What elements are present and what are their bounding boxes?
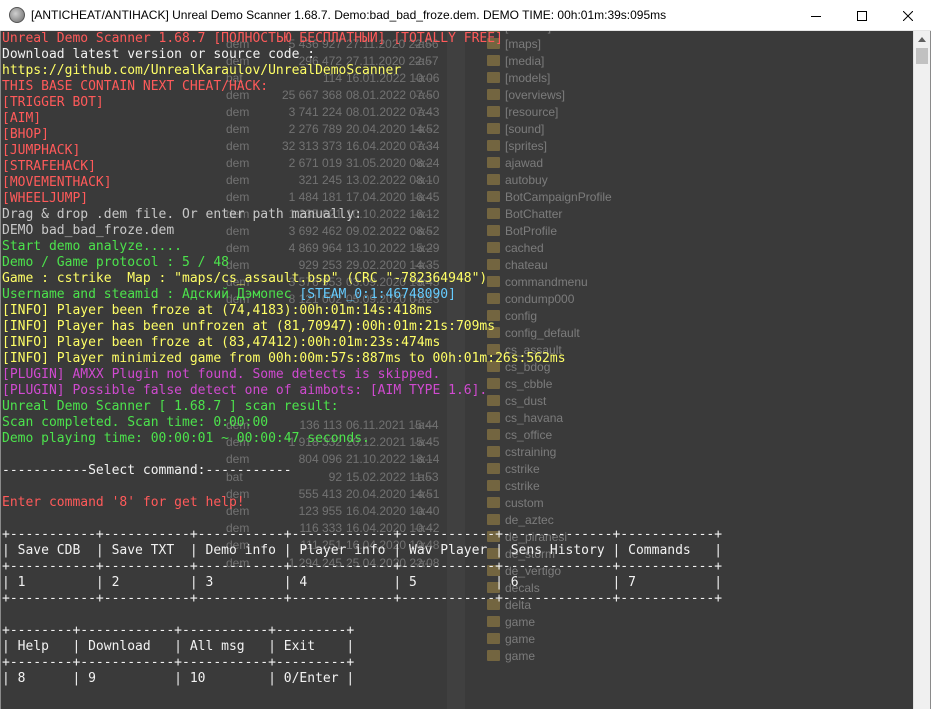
console-text: Drag & drop .dem file. Or enter path man… bbox=[2, 207, 363, 222]
console-line: [AIM] bbox=[2, 111, 722, 127]
console-line: [INFO] Player been froze at (83,47412):0… bbox=[2, 335, 722, 351]
console-line: +--------+------------+-----------+-----… bbox=[2, 623, 722, 639]
console-line: Download latest version or source code : bbox=[2, 47, 722, 63]
maximize-icon bbox=[857, 10, 867, 21]
console-text: Unreal Demo Scanner [ 1.68.7 ] scan resu… bbox=[2, 399, 339, 414]
console-line: Demo playing time: 00:00:01 ~ 00:00:47 s… bbox=[2, 431, 722, 447]
console-text: +--------+------------+-----------+-----… bbox=[2, 655, 355, 670]
console-line: [JUMPHACK] bbox=[2, 143, 722, 159]
console-line: Unreal Demo Scanner [ 1.68.7 ] scan resu… bbox=[2, 399, 722, 415]
title-bar[interactable]: [ANTICHEAT/ANTIHACK] Unreal Demo Scanner… bbox=[0, 0, 931, 31]
console-text: Demo / Game protocol : 5 / 48 bbox=[2, 255, 229, 270]
console-text: Username and steamid : Адский Дэмопес bbox=[2, 287, 300, 302]
console-text: [MOVEMENTHACK] bbox=[2, 175, 112, 190]
console-text: [INFO] Player been froze at (74,4183):00… bbox=[2, 303, 433, 318]
console-text: DEMO bad_bad_froze.dem bbox=[2, 223, 175, 238]
console-text: | 1 | 2 | 3 | 4 | 5 | 6 | 7 | bbox=[2, 575, 723, 590]
window-title: [ANTICHEAT/ANTIHACK] Unreal Demo Scanner… bbox=[31, 8, 667, 22]
console-text: Game : cstrike Map : "maps/cs_assault.bs… bbox=[2, 271, 488, 286]
console-line: +-----------+-----------+-----------+---… bbox=[2, 591, 722, 607]
console-text: [INFO] Player been froze at (83,47412):0… bbox=[2, 335, 441, 350]
console-line: -----------Select command:----------- bbox=[2, 463, 722, 479]
console-text: Enter command '8' for get help! bbox=[2, 495, 245, 510]
console-line: [WHEELJUMP] bbox=[2, 191, 722, 207]
console-text: | Help | Download | All msg | Exit | bbox=[2, 639, 355, 654]
console-line: Game : cstrike Map : "maps/cs_assault.bs… bbox=[2, 271, 722, 287]
minimize-icon bbox=[811, 15, 821, 17]
console-line: [PLUGIN] Possible false detect one of ai… bbox=[2, 383, 722, 399]
console-line: DEMO bad_bad_froze.dem bbox=[2, 223, 722, 239]
console-text: [STRAFEHACK] bbox=[2, 159, 96, 174]
console-text: https://github.com/UnrealKaraulov/Unreal… bbox=[2, 63, 402, 78]
console-line: Start demo analyze..... bbox=[2, 239, 722, 255]
console-text: [AIM] bbox=[2, 111, 42, 126]
console-line: THIS BASE CONTAIN NEXT CHEAT/HACK: bbox=[2, 79, 722, 95]
console-text: [PLUGIN] Possible false detect one of ai… bbox=[2, 383, 488, 398]
console-client-area[interactable]: dem1 834 10320.04.2020 23:46-a--dem3 286… bbox=[1, 31, 913, 709]
console-line: [PLUGIN] AMXX Plugin not found. Some det… bbox=[2, 367, 722, 383]
console-text: +-----------+-----------+-----------+---… bbox=[2, 527, 723, 542]
console-text: [INFO] Player minimized game from 00h:00… bbox=[2, 351, 566, 366]
console-line: Drag & drop .dem file. Or enter path man… bbox=[2, 207, 722, 223]
console-line: [BHOP] bbox=[2, 127, 722, 143]
console-text: [PLUGIN] AMXX Plugin not found. Some det… bbox=[2, 367, 441, 382]
console-line: Username and steamid : Адский Дэмопес [S… bbox=[2, 287, 722, 303]
console-text: [JUMPHACK] bbox=[2, 143, 81, 158]
console-text: [BHOP] bbox=[2, 127, 49, 142]
console-text: +--------+------------+-----------+-----… bbox=[2, 623, 355, 638]
console-text: Start demo analyze..... bbox=[2, 239, 183, 254]
console-text: +-----------+-----------+-----------+---… bbox=[2, 591, 723, 606]
console-text: Unreal Demo Scanner 1.68.7 [ПОЛНОСТЬЮ БЕ… bbox=[2, 31, 503, 46]
console-text: | Save CDB | Save TXT | Demo info | Play… bbox=[2, 543, 723, 558]
console-text: Scan completed. Scan time: 0:00:00 bbox=[2, 415, 269, 430]
console-line: +-----------+-----------+-----------+---… bbox=[2, 559, 722, 575]
console-line: [INFO] Player been froze at (74,4183):00… bbox=[2, 303, 722, 319]
app-disc-icon bbox=[9, 7, 25, 23]
console-line: [INFO] Player has been unfrozen at (81,7… bbox=[2, 319, 722, 335]
console-line: [STRAFEHACK] bbox=[2, 159, 722, 175]
console-text: Demo playing time: 00:00:01 ~ 00:00:47 s… bbox=[2, 431, 370, 446]
console-line: | Save CDB | Save TXT | Demo info | Play… bbox=[2, 543, 722, 559]
chevron-up-icon bbox=[918, 37, 926, 42]
console-text: [TRIGGER BOT] bbox=[2, 95, 104, 110]
maximize-button[interactable] bbox=[839, 0, 885, 31]
console-line: | 8 | 9 | 10 | 0/Enter | bbox=[2, 671, 722, 687]
console-text: | 8 | 9 | 10 | 0/Enter | bbox=[2, 671, 355, 686]
console-output: Unreal Demo Scanner 1.68.7 [ПОЛНОСТЬЮ БЕ… bbox=[2, 31, 722, 687]
window-controls bbox=[793, 0, 931, 31]
console-line: [INFO] Player minimized game from 00h:00… bbox=[2, 351, 722, 367]
console-line: | 1 | 2 | 3 | 4 | 5 | 6 | 7 | bbox=[2, 575, 722, 591]
console-text: +-----------+-----------+-----------+---… bbox=[2, 559, 723, 574]
scroll-thumb[interactable] bbox=[916, 48, 928, 64]
console-text: [WHEELJUMP] bbox=[2, 191, 89, 206]
console-text: [STEAM_0:1:46748090] bbox=[299, 287, 456, 302]
close-icon bbox=[903, 10, 913, 21]
minimize-button[interactable] bbox=[793, 0, 839, 31]
console-line: Demo / Game protocol : 5 / 48 bbox=[2, 255, 722, 271]
console-line: | Help | Download | All msg | Exit | bbox=[2, 639, 722, 655]
console-line: https://github.com/UnrealKaraulov/Unreal… bbox=[2, 63, 722, 79]
console-text: Download latest version or source code : bbox=[2, 47, 316, 62]
console-line: +-----------+-----------+-----------+---… bbox=[2, 527, 722, 543]
vertical-scrollbar[interactable] bbox=[913, 31, 930, 709]
console-text: THIS BASE CONTAIN NEXT CHEAT/HACK: bbox=[2, 79, 269, 94]
console-line: [MOVEMENTHACK] bbox=[2, 175, 722, 191]
console-line: Scan completed. Scan time: 0:00:00 bbox=[2, 415, 722, 431]
console-line: +--------+------------+-----------+-----… bbox=[2, 655, 722, 671]
console-line: Unreal Demo Scanner 1.68.7 [ПОЛНОСТЬЮ БЕ… bbox=[2, 31, 722, 47]
close-button[interactable] bbox=[885, 0, 931, 31]
console-text: -----------Select command:----------- bbox=[2, 463, 292, 478]
console-line: [TRIGGER BOT] bbox=[2, 95, 722, 111]
console-line: Enter command '8' for get help! bbox=[2, 495, 722, 511]
console-text: [INFO] Player has been unfrozen at (81,7… bbox=[2, 319, 496, 334]
scroll-up-button[interactable] bbox=[914, 31, 930, 48]
